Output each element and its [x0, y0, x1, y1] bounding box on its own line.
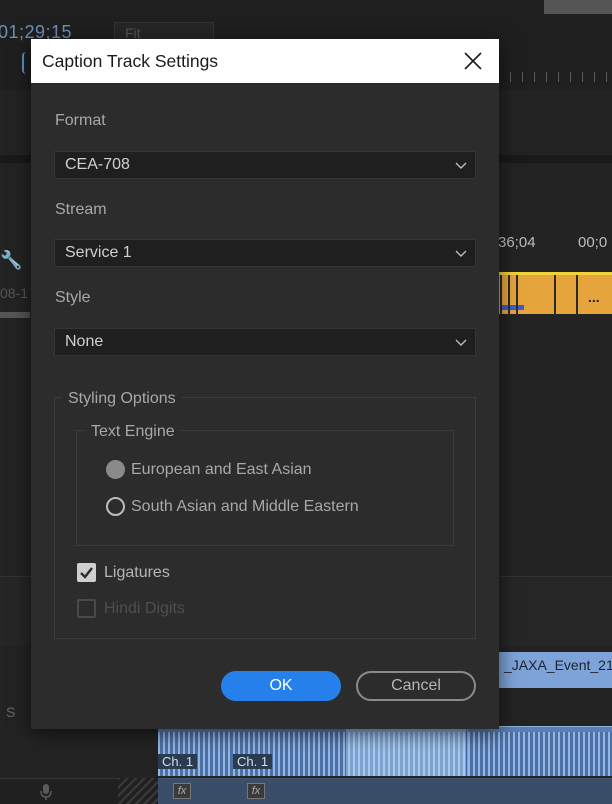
clip-edit-line	[554, 275, 556, 315]
text-engine-group	[76, 430, 454, 546]
timeline-clip[interactable]: ...	[498, 272, 612, 315]
sequence-label: 08-1	[0, 285, 29, 301]
audio-clip-lower[interactable]	[158, 778, 612, 804]
stream-dropdown[interactable]: Service 1	[54, 239, 476, 267]
ruler-time: 00;0	[578, 234, 608, 251]
fx-icon[interactable]: fx	[173, 783, 191, 799]
radio-south-asian-middle-eastern[interactable]: South Asian and Middle Eastern	[106, 497, 359, 516]
microphone-icon[interactable]	[40, 784, 52, 800]
checkbox-checked-icon	[77, 563, 96, 582]
clip-edit-line	[576, 275, 578, 315]
styling-options-legend: Styling Options	[62, 390, 182, 408]
checkbox-unchecked-icon	[77, 599, 96, 618]
playhead-line	[466, 727, 467, 776]
caption-track-settings-dialog: Caption Track Settings Format CEA-708 St…	[31, 39, 499, 729]
clip-edit-line	[516, 275, 518, 315]
radio-label: South Asian and Middle Eastern	[131, 497, 359, 515]
stream-label: Stream	[55, 201, 107, 218]
hindi-digits-label: Hindi Digits	[104, 599, 185, 617]
radio-european-east-asian[interactable]: European and East Asian	[106, 460, 312, 479]
stream-value: Service 1	[65, 244, 132, 261]
chevron-down-icon	[455, 339, 467, 346]
in-point-marker[interactable]	[22, 52, 28, 74]
cancel-button[interactable]: Cancel	[356, 671, 476, 701]
channel-label: Ch. 1	[233, 754, 273, 769]
format-dropdown[interactable]: CEA-708	[54, 151, 476, 179]
style-dropdown[interactable]: None	[54, 328, 476, 356]
close-icon	[464, 52, 482, 70]
track-label: S	[6, 704, 16, 720]
audio-selection	[346, 727, 468, 776]
dialog-title: Caption Track Settings	[42, 51, 219, 71]
radio-selected-icon	[106, 460, 125, 479]
clip-marker-bar	[500, 305, 524, 310]
sidebar-bar	[0, 312, 30, 318]
radio-unselected-icon	[106, 497, 125, 516]
format-value: CEA-708	[65, 156, 130, 173]
monitor-ruler	[498, 72, 612, 82]
chevron-down-icon	[455, 250, 467, 257]
radio-label: European and East Asian	[131, 460, 312, 478]
audio-clip[interactable]	[158, 726, 612, 776]
clip-edit-line	[508, 275, 510, 315]
text-engine-legend: Text Engine	[85, 423, 181, 441]
style-value: None	[65, 333, 104, 350]
ligatures-checkbox[interactable]: Ligatures	[77, 563, 170, 582]
dialog-titlebar: Caption Track Settings	[31, 39, 499, 83]
track-hatch	[118, 778, 158, 804]
fx-icon[interactable]: fx	[247, 783, 265, 799]
ok-button[interactable]: OK	[221, 671, 341, 701]
style-label: Style	[55, 289, 91, 306]
wrench-icon[interactable]: 🔧	[0, 250, 22, 271]
channel-label: Ch. 1	[158, 754, 198, 769]
close-button[interactable]	[459, 49, 487, 73]
hindi-digits-checkbox: Hindi Digits	[77, 599, 185, 618]
video-clip[interactable]: _JAXA_Event_210	[498, 652, 612, 688]
ruler-time: 36;04	[498, 234, 536, 251]
format-label: Format	[55, 112, 106, 129]
more-icon: ...	[588, 289, 600, 305]
monitor-thumbnail	[544, 0, 612, 14]
ligatures-label: Ligatures	[104, 563, 170, 581]
chevron-down-icon	[455, 162, 467, 169]
clip-edit-line	[500, 275, 502, 315]
